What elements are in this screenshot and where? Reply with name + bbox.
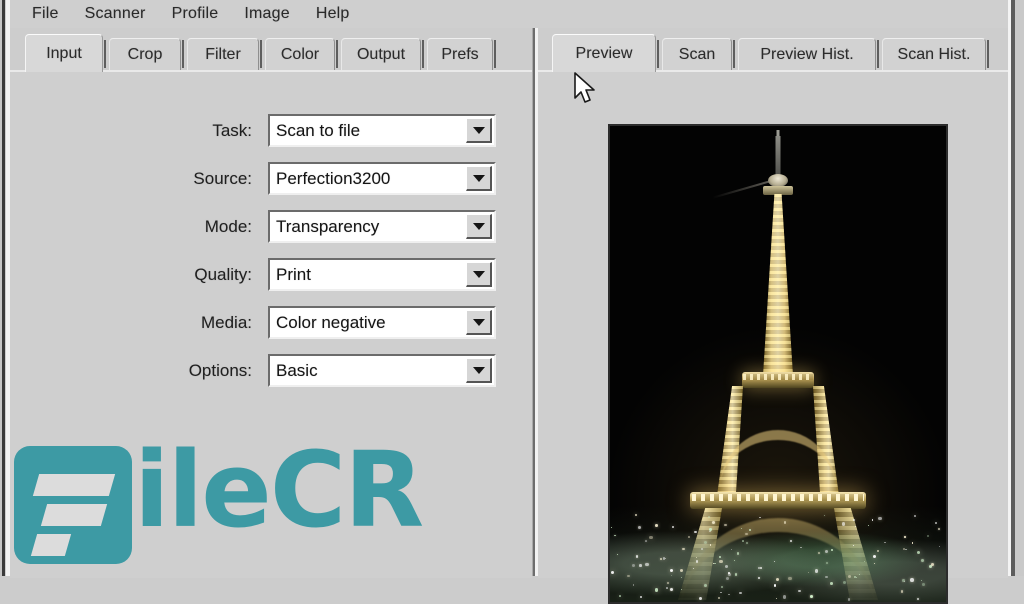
menu-help[interactable]: Help xyxy=(306,3,360,25)
tab-separator xyxy=(657,40,659,68)
tab-scan[interactable]: Scan xyxy=(662,38,732,70)
label-media: Media: xyxy=(200,313,252,332)
arrow-down-glyph xyxy=(472,126,485,134)
field-row-options: Options: Basic xyxy=(10,354,510,388)
arrow-down-glyph xyxy=(472,318,485,326)
dropdown-quality[interactable]: Print xyxy=(268,258,496,291)
tab-preview-hist-[interactable]: Preview Hist. xyxy=(738,38,876,70)
tab-separator xyxy=(494,40,496,68)
application-window: File Scanner Profile Image Help Input Crop Fil… xyxy=(0,0,1024,604)
dropdown-value-media: Color negative xyxy=(276,312,386,332)
label-mode: Mode: xyxy=(204,217,252,236)
dropdown-value-mode: Transparency xyxy=(276,216,380,236)
menu-profile[interactable]: Profile xyxy=(162,3,229,25)
tab-separator xyxy=(260,40,262,68)
tab-separator xyxy=(182,40,184,68)
tab-input[interactable]: Input xyxy=(25,34,103,72)
left-tab-strip: Input Crop Filter Color Output Prefs xyxy=(10,28,532,72)
window-edge-right xyxy=(1015,0,1024,576)
arrow-down-glyph xyxy=(472,366,485,374)
label-quality: Quality: xyxy=(194,265,252,284)
chevron-down-icon[interactable] xyxy=(466,310,492,335)
tab-output[interactable]: Output xyxy=(341,38,421,70)
arrow-down-glyph xyxy=(472,174,485,182)
arrow-down-glyph xyxy=(472,222,485,230)
watermark-text: ileCR xyxy=(134,429,424,551)
chevron-down-icon[interactable] xyxy=(466,358,492,383)
label-task: Task: xyxy=(212,121,252,140)
dropdown-mode[interactable]: Transparency xyxy=(268,210,496,243)
chevron-down-icon[interactable] xyxy=(466,118,492,143)
tab-scan-hist-[interactable]: Scan Hist. xyxy=(882,38,986,70)
dropdown-media[interactable]: Color negative xyxy=(268,306,496,339)
preview-tab-content xyxy=(538,70,1008,604)
field-row-mode: Mode: Transparency xyxy=(10,210,510,244)
menu-scanner[interactable]: Scanner xyxy=(75,3,156,25)
field-row-media: Media: Color negative xyxy=(10,306,510,340)
tab-filter[interactable]: Filter xyxy=(187,38,259,70)
dropdown-source[interactable]: Perfection3200 xyxy=(268,162,496,195)
label-source: Source: xyxy=(193,169,252,188)
tab-color[interactable]: Color xyxy=(265,38,335,70)
filecr-watermark: ileCR xyxy=(8,432,478,572)
field-row-source: Source: Perfection3200 xyxy=(10,162,510,196)
chevron-down-icon[interactable] xyxy=(466,166,492,191)
right-preview-panel: Preview Scan Preview Hist. Scan Hist. xyxy=(538,28,1008,604)
dropdown-value-task: Scan to file xyxy=(276,120,361,140)
tab-separator xyxy=(336,40,338,68)
right-tab-strip: Preview Scan Preview Hist. Scan Hist. xyxy=(538,28,1008,72)
chevron-down-icon[interactable] xyxy=(466,262,492,287)
tab-separator xyxy=(733,40,735,68)
dropdown-value-source: Perfection3200 xyxy=(276,168,391,188)
dropdown-value-options: Basic xyxy=(276,360,318,380)
menu-image[interactable]: Image xyxy=(234,3,299,25)
chevron-down-icon[interactable] xyxy=(466,214,492,239)
dropdown-options[interactable]: Basic xyxy=(268,354,496,387)
tab-separator xyxy=(877,40,879,68)
field-row-task: Task: Scan to file xyxy=(10,114,510,148)
tab-separator xyxy=(104,40,106,68)
tab-prefs[interactable]: Prefs xyxy=(427,38,493,70)
preview-image[interactable] xyxy=(608,124,948,604)
menu-file[interactable]: File xyxy=(22,3,69,25)
city-lights xyxy=(610,506,946,602)
tab-preview[interactable]: Preview xyxy=(552,34,656,72)
tab-separator xyxy=(422,40,424,68)
filecr-logo-icon xyxy=(14,446,132,564)
field-row-quality: Quality: Print xyxy=(10,258,510,292)
window-bevel-dark-left xyxy=(2,0,5,576)
dropdown-task[interactable]: Scan to file xyxy=(268,114,496,147)
tab-crop[interactable]: Crop xyxy=(109,38,181,70)
dropdown-value-quality: Print xyxy=(276,264,311,284)
menu-bar: File Scanner Profile Image Help xyxy=(10,0,1024,28)
tab-separator xyxy=(987,40,989,68)
arrow-down-glyph xyxy=(472,270,485,278)
label-options: Options: xyxy=(188,361,252,380)
